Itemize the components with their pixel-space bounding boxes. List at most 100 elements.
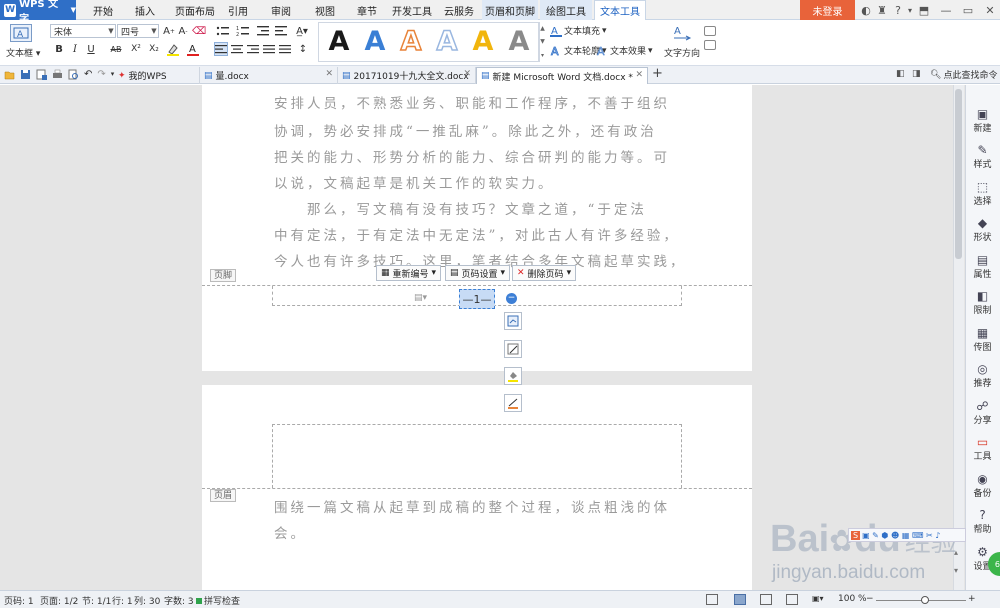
subscript-button[interactable]: X₂ bbox=[146, 42, 162, 56]
sidebar-item-share[interactable]: ☍ 分享 bbox=[965, 395, 1000, 429]
app-menu-button[interactable]: W WPS 文字 ▼ bbox=[0, 0, 76, 25]
tab-start[interactable]: 开始 bbox=[86, 0, 120, 20]
restore-ribbon-icon[interactable]: ⬒ bbox=[912, 0, 936, 20]
text-style-option[interactable]: A bbox=[468, 22, 498, 60]
new-tab-button[interactable]: + bbox=[652, 66, 663, 81]
tab-doc-new[interactable]: ▤ 新建 Microsoft Word 文档.docx * ✕ bbox=[476, 67, 648, 84]
collapse-icon[interactable]: − bbox=[506, 293, 517, 304]
ime-toolbar[interactable]: S ▣ ✎ ⬢ ☻ ▦ ⌨ ✂ ♪ bbox=[848, 528, 966, 542]
tab-page-layout[interactable]: 页面布局 bbox=[170, 0, 220, 20]
text-style-option[interactable]: A bbox=[360, 22, 390, 60]
header-box[interactable] bbox=[272, 424, 682, 488]
gallery-scroll[interactable]: ▲ ▼ ▾ bbox=[538, 22, 546, 62]
indent-icon[interactable] bbox=[274, 24, 288, 38]
sidebar-item-upload-image[interactable]: ▦ 传图 bbox=[965, 322, 1000, 356]
renumber-button[interactable]: ▦ 重新编号 ▾ bbox=[376, 265, 442, 281]
sidebar-item-backup[interactable]: ◉ 备份 bbox=[965, 468, 1000, 502]
sidebar-item-select[interactable]: ⬚ 选择 bbox=[965, 176, 1000, 210]
align-left-icon[interactable] bbox=[214, 42, 228, 56]
text-fill-button[interactable]: A 文本填充 ▾ bbox=[550, 24, 607, 37]
align-center-icon[interactable] bbox=[230, 42, 244, 56]
text-style-option[interactable]: A bbox=[396, 22, 426, 60]
layout-options-icon[interactable] bbox=[504, 312, 522, 330]
tab-insert[interactable]: 插入 bbox=[128, 0, 162, 20]
font-color-icon[interactable]: A bbox=[186, 42, 200, 56]
web-view-icon[interactable] bbox=[786, 594, 798, 605]
close-tab-icon[interactable]: ✕ bbox=[325, 69, 333, 79]
scrollbar-thumb[interactable] bbox=[955, 89, 962, 259]
sidebar-item-restrict[interactable]: ◧ 限制 bbox=[965, 286, 1000, 320]
zoom-out-icon[interactable]: − bbox=[866, 594, 874, 604]
fill-color-icon[interactable] bbox=[504, 367, 522, 385]
font-size-select[interactable]: 四号 ▼ bbox=[117, 24, 159, 38]
scroll-up-icon[interactable]: ▲ bbox=[540, 25, 545, 32]
text-style-option[interactable]: A bbox=[324, 22, 354, 60]
tab-review[interactable]: 审阅 bbox=[266, 0, 296, 20]
textbox-button[interactable]: 文本框 ▾ bbox=[6, 46, 40, 59]
bold-button[interactable]: B bbox=[52, 42, 66, 56]
sidebar-item-properties[interactable]: ▤ 属性 bbox=[965, 249, 1000, 283]
open-icon[interactable] bbox=[4, 69, 15, 80]
shirt-icon[interactable]: ♜ bbox=[874, 0, 890, 20]
command-search[interactable]: 🔍︎ 点此查找命令 bbox=[930, 68, 997, 82]
delete-page-number-button[interactable]: ✕ 删除页码 ▾ bbox=[512, 265, 577, 281]
tab-drawing-tools[interactable]: 绘图工具 bbox=[540, 0, 592, 20]
grow-font-button[interactable]: A + bbox=[162, 24, 176, 38]
bullet-list-icon[interactable] bbox=[216, 24, 230, 38]
zoom-slider-thumb[interactable] bbox=[921, 596, 929, 604]
tab-doc-19da[interactable]: ▤ 20171019十九大全文.docx ✕ bbox=[338, 67, 476, 84]
print-icon[interactable] bbox=[52, 69, 63, 80]
highlight-icon[interactable] bbox=[166, 42, 180, 56]
numbered-list-icon[interactable]: 12 bbox=[236, 24, 250, 38]
page-number-field[interactable]: —1— bbox=[459, 289, 495, 309]
italic-button[interactable]: I bbox=[68, 42, 82, 56]
textbox-icon[interactable]: A bbox=[10, 24, 32, 42]
text-direction-icon[interactable]: A bbox=[672, 24, 692, 42]
tab-cloud[interactable]: 云服务 bbox=[440, 0, 478, 20]
tab-view[interactable]: 视图 bbox=[310, 0, 340, 20]
scroll-down-icon[interactable]: ▾ bbox=[954, 566, 958, 575]
save-icon[interactable] bbox=[20, 69, 31, 80]
distribute-icon[interactable] bbox=[278, 42, 292, 56]
strikethrough-button[interactable]: AB bbox=[106, 42, 126, 56]
more-icon[interactable]: ◨ bbox=[912, 69, 921, 79]
redo-icon[interactable]: ↷ bbox=[97, 69, 105, 80]
footer-insert-icon[interactable]: ▤▾ bbox=[414, 293, 427, 303]
fullscreen-icon[interactable] bbox=[706, 594, 718, 605]
tab-my-wps[interactable]: ✦ 我的WPS bbox=[114, 67, 200, 84]
maximize-icon[interactable]: ▭ bbox=[956, 0, 980, 20]
minimize-icon[interactable]: — bbox=[934, 0, 958, 20]
close-tab-icon[interactable]: ✕ bbox=[463, 69, 471, 79]
underline-button[interactable]: U bbox=[84, 42, 98, 56]
edit-shape-icon[interactable] bbox=[504, 340, 522, 358]
zoom-in-icon[interactable]: + bbox=[968, 594, 976, 604]
text-style-option[interactable]: A bbox=[504, 22, 534, 60]
close-icon[interactable]: ✕ bbox=[978, 0, 1000, 20]
spell-check-toggle[interactable]: 拼写检查 bbox=[196, 594, 240, 607]
sidebar-item-help[interactable]: ? 帮助 bbox=[965, 505, 1000, 539]
tab-text-tools[interactable]: 文本工具 bbox=[594, 0, 646, 20]
line-color-icon[interactable] bbox=[504, 394, 522, 412]
scroll-down-icon[interactable]: ▼ bbox=[540, 38, 545, 45]
close-tab-icon[interactable]: ✕ bbox=[635, 70, 643, 80]
tab-doc-liang[interactable]: ▤ 量.docx ✕ bbox=[200, 67, 338, 84]
page-view-icon[interactable] bbox=[734, 594, 746, 605]
font-name-select[interactable]: 宋体 ▼ bbox=[50, 24, 116, 38]
skin-icon[interactable]: ◐ bbox=[858, 0, 874, 20]
sidebar-item-new[interactable]: ▣ 新建 bbox=[965, 103, 1000, 137]
superscript-button[interactable]: X² bbox=[128, 42, 144, 56]
doc-settings-icon[interactable]: ◧ bbox=[896, 69, 905, 79]
justify-icon[interactable] bbox=[262, 42, 276, 56]
break-link-icon[interactable] bbox=[704, 40, 716, 50]
tab-chapter[interactable]: 章节 bbox=[352, 0, 382, 20]
clear-format-icon[interactable]: ⌫ bbox=[192, 24, 206, 38]
undo-icon[interactable]: ↶ bbox=[84, 69, 92, 80]
text-effect-button[interactable]: A 文本效果 ▾ bbox=[596, 44, 653, 58]
text-direction-button[interactable]: 文字方向 bbox=[664, 46, 700, 59]
tab-header-footer[interactable]: 页眉和页脚 bbox=[482, 0, 538, 20]
print-preview-icon[interactable] bbox=[68, 69, 79, 80]
save-as-icon[interactable] bbox=[36, 69, 47, 80]
tab-developer[interactable]: 开发工具 bbox=[392, 0, 432, 20]
login-button[interactable]: 未登录 bbox=[800, 0, 855, 20]
outdent-icon[interactable] bbox=[256, 24, 270, 38]
